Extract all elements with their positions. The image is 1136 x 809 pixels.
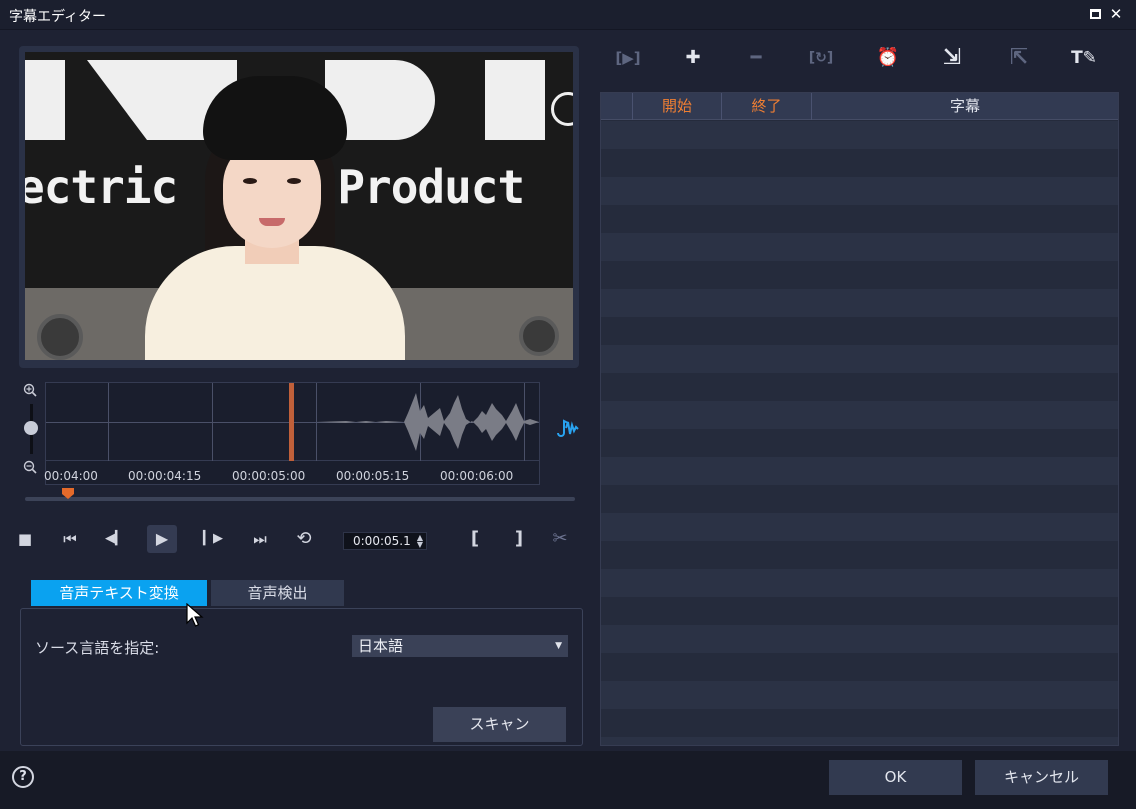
window-title: 字幕エディター <box>9 9 107 25</box>
play-subtitle-button[interactable]: [▶] <box>613 44 643 72</box>
title-bar: 字幕エディター ✕ <box>0 0 1136 30</box>
tick-label: 00:00:05:15 <box>336 469 410 483</box>
tick-label: 00:00:05:00 <box>232 469 306 483</box>
speaker-figure <box>145 76 405 360</box>
time-offset-button[interactable]: ⏰ <box>873 44 903 72</box>
tab-speech-to-text[interactable]: 音声テキスト変換 <box>31 580 207 606</box>
import-subtitle-button[interactable]: ⇲ <box>937 44 967 72</box>
table-row[interactable] <box>601 625 1118 653</box>
table-row[interactable] <box>601 317 1118 345</box>
table-row[interactable] <box>601 513 1118 541</box>
close-button[interactable]: ✕ <box>1108 6 1124 22</box>
table-row[interactable] <box>601 401 1118 429</box>
table-row[interactable] <box>601 597 1118 625</box>
column-index[interactable] <box>601 93 632 120</box>
table-row[interactable] <box>601 569 1118 597</box>
table-row[interactable] <box>601 233 1118 261</box>
cancel-button[interactable]: キャンセル <box>975 760 1108 795</box>
stage-equipment <box>37 314 83 360</box>
step-forward-button[interactable]: ▎▶ <box>198 525 228 553</box>
stage-microphone <box>519 316 559 356</box>
tab-voice-detection[interactable]: 音声検出 <box>211 580 344 606</box>
tick-label: 00:00:06:00 <box>440 469 514 483</box>
go-to-end-button[interactable]: ⏭ <box>245 525 275 553</box>
table-row[interactable] <box>601 149 1118 177</box>
waveform-playhead[interactable] <box>289 383 294 461</box>
text-style-button[interactable]: T✎ <box>1069 44 1099 72</box>
split-subtitle-button[interactable]: ✂ <box>545 525 575 553</box>
maximize-button[interactable] <box>1087 6 1103 22</box>
table-row[interactable] <box>601 205 1118 233</box>
timecode-spinner-icon[interactable]: ▲ ▼ <box>417 534 423 549</box>
mark-in-button[interactable]: [ <box>460 525 490 553</box>
column-subtitle[interactable]: 字幕 <box>811 93 1118 120</box>
table-row[interactable] <box>601 653 1118 681</box>
table-row[interactable] <box>601 121 1118 149</box>
timecode-value: 0:00:05.1 <box>353 534 411 548</box>
dialog-footer <box>0 751 1136 809</box>
video-preview: ectric So l Product <box>25 52 573 360</box>
table-row[interactable] <box>601 429 1118 457</box>
chevron-down-icon: ▼ <box>555 641 562 651</box>
table-row[interactable] <box>601 289 1118 317</box>
maximize-icon <box>1089 9 1101 19</box>
zoom-in-icon[interactable] <box>23 383 39 399</box>
source-language-value: 日本語 <box>358 637 404 655</box>
table-row[interactable] <box>601 485 1118 513</box>
table-row[interactable] <box>601 261 1118 289</box>
column-start[interactable]: 開始 <box>632 93 721 120</box>
timecode-input[interactable]: 0:00:05.1 ▲ ▼ <box>343 532 427 550</box>
mark-out-button[interactable]: ] <box>504 525 534 553</box>
stop-button[interactable]: ■ <box>10 525 40 553</box>
tick-label: 00:04:00 <box>44 469 98 483</box>
table-row[interactable] <box>601 373 1118 401</box>
table-row[interactable] <box>601 177 1118 205</box>
help-icon[interactable]: ? <box>12 766 34 788</box>
table-row[interactable] <box>601 709 1118 737</box>
scan-button[interactable]: スキャン <box>433 707 566 742</box>
waveform-area[interactable] <box>46 383 539 461</box>
audio-waveform[interactable]: 00:04:00 00:00:04:15 00:00:05:00 00:00:0… <box>44 382 540 485</box>
mouse-pointer-icon <box>186 603 204 627</box>
table-row[interactable] <box>601 541 1118 569</box>
subtitle-list-header: 開始 終了 字幕 <box>601 93 1118 120</box>
zoom-out-icon[interactable] <box>23 460 39 476</box>
timeline-scrub-track[interactable] <box>25 497 575 501</box>
go-to-start-button[interactable]: ⏮ <box>55 525 85 553</box>
remove-subtitle-button[interactable]: ━ <box>741 44 771 72</box>
audio-waveform-toggle-icon[interactable] <box>556 417 580 439</box>
table-row[interactable] <box>601 737 1118 745</box>
export-subtitle-button[interactable]: ⇱ <box>1004 44 1034 72</box>
tick-label: 00:00:04:15 <box>128 469 202 483</box>
video-preview-frame: ectric So l Product <box>19 46 579 368</box>
column-end[interactable]: 終了 <box>721 93 811 120</box>
table-row[interactable] <box>601 345 1118 373</box>
merge-subtitle-button[interactable]: [↻] <box>806 44 836 72</box>
ok-button[interactable]: OK <box>829 760 962 795</box>
repeat-button[interactable]: ⟲ <box>289 525 319 553</box>
play-button[interactable]: ▶ <box>147 525 177 553</box>
source-language-select[interactable]: 日本語 ▼ <box>352 635 568 657</box>
source-language-label: ソース言語を指定: <box>35 639 160 657</box>
zoom-slider-thumb[interactable] <box>24 421 38 435</box>
add-subtitle-button[interactable]: ✚ <box>678 44 708 72</box>
table-row[interactable] <box>601 681 1118 709</box>
table-row[interactable] <box>601 457 1118 485</box>
subtitle-list[interactable]: 開始 終了 字幕 <box>600 92 1119 746</box>
step-back-button[interactable]: ◀▎ <box>100 525 130 553</box>
